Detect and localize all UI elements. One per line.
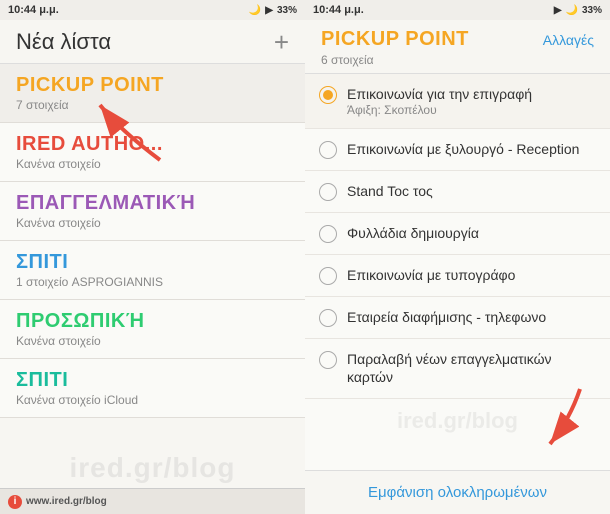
right-footer[interactable]: Εμφάνιση ολοκληρωμένων (305, 470, 610, 514)
list-item[interactable]: ΣΠΙΤΙ 1 στοιχείο ASPROGIANNIS (0, 241, 305, 300)
right-header: PICKUP POINT Αλλαγές 6 στοιχεία (305, 20, 610, 74)
list-item-title: IRED AUTHO... (16, 133, 289, 156)
check-text: Stand Toc τος (347, 182, 596, 200)
check-text: Επικοινωνία με τυπογράφο (347, 266, 596, 284)
show-completed-button[interactable]: Εμφάνιση ολοκληρωμένων (368, 484, 547, 501)
right-time: 10:44 μ.μ. (313, 4, 364, 16)
checklist: Επικοινωνία για την επιγραφή Άφιξη: Σκοπ… (305, 74, 610, 470)
check-text: Φυλλάδια δημιουργία (347, 224, 596, 242)
right-header-action-button[interactable]: Αλλαγές (543, 32, 594, 48)
radio-button[interactable] (319, 351, 337, 369)
list-items-container: PICKUP POINT 7 στοιχεία IRED AUTHO... Κα… (0, 64, 305, 488)
check-title: Φυλλάδια δημιουργία (347, 224, 596, 242)
right-header-top: PICKUP POINT Αλλαγές (321, 28, 594, 51)
check-item[interactable]: Stand Toc τος (305, 171, 610, 213)
list-item[interactable]: PICKUP POINT 7 στοιχεία (0, 64, 305, 123)
bottom-bar-left: i www.ired.gr/blog (0, 488, 305, 514)
check-text: Εταιρεία διαφήμισης - τηλεφωνο (347, 308, 596, 326)
radio-button[interactable] (319, 141, 337, 159)
moon-icon: 🌙 (249, 5, 261, 16)
list-item-title: ΠΡΟΣΩΠΙΚΉ (16, 310, 289, 333)
check-item[interactable]: Επικοινωνία για την επιγραφή Άφιξη: Σκοπ… (305, 74, 610, 129)
check-title: Εταιρεία διαφήμισης - τηλεφωνο (347, 308, 596, 326)
check-title: Stand Toc τος (347, 182, 596, 200)
check-text: Παραλαβή νέων επαγγελματικών καρτών (347, 350, 596, 386)
list-item-sub: 1 στοιχείο ASPROGIANNIS (16, 275, 289, 289)
list-item-title: ΣΠΙΤΙ (16, 369, 289, 392)
check-item[interactable]: Φυλλάδια δημιουργία (305, 213, 610, 255)
list-item-title: ΣΠΙΤΙ (16, 251, 289, 274)
left-time: 10:44 μ.μ. (8, 4, 59, 16)
moon-icon-right: 🌙 (566, 5, 578, 16)
radio-button[interactable] (319, 225, 337, 243)
signal-icon: ▶ (265, 5, 273, 16)
check-item[interactable]: Παραλαβή νέων επαγγελματικών καρτών (305, 339, 610, 398)
list-item[interactable]: ΠΡΟΣΩΠΙΚΉ Κανένα στοιχείο (0, 300, 305, 359)
list-item-title: PICKUP POINT (16, 74, 289, 97)
battery-icon-right: 33% (582, 5, 602, 16)
radio-button[interactable] (319, 86, 337, 104)
bottom-url: www.ired.gr/blog (26, 496, 107, 507)
check-item[interactable]: Εταιρεία διαφήμισης - τηλεφωνο (305, 297, 610, 339)
right-status-icons: ▶ 🌙 33% (554, 5, 602, 16)
left-status-bar: 10:44 μ.μ. 🌙 ▶ 33% (0, 0, 305, 20)
list-item-sub: Κανένα στοιχείο (16, 334, 289, 348)
left-panel: 10:44 μ.μ. 🌙 ▶ 33% Νέα λίστα + PICKUP PO… (0, 0, 305, 514)
wifi-icon: ▶ (554, 5, 562, 16)
check-text: Επικοινωνία για την επιγραφή Άφιξη: Σκοπ… (347, 85, 596, 117)
list-item-title: ΕΠΑΓΓΕΛΜΑΤΙΚΉ (16, 192, 289, 215)
check-title: Επικοινωνία για την επιγραφή (347, 85, 596, 103)
right-status-bar: 10:44 μ.μ. ▶ 🌙 33% (305, 0, 610, 20)
check-title: Παραλαβή νέων επαγγελματικών καρτών (347, 350, 596, 386)
add-list-button[interactable]: + (274, 29, 289, 55)
check-title: Επικοινωνία με ξυλουργό - Reception (347, 140, 596, 158)
left-header: Νέα λίστα + (0, 20, 305, 64)
radio-button[interactable] (319, 183, 337, 201)
check-subtitle: Άφιξη: Σκοπέλου (347, 103, 596, 117)
radio-button[interactable] (319, 309, 337, 327)
list-item-sub: 7 στοιχεία (16, 98, 289, 112)
left-header-title: Νέα λίστα (16, 29, 111, 55)
right-panel: 10:44 μ.μ. ▶ 🌙 33% PICKUP POINT Αλλαγές … (305, 0, 610, 514)
list-item-sub: Κανένα στοιχείο iCloud (16, 393, 289, 407)
check-item[interactable]: Επικοινωνία με τυπογράφο (305, 255, 610, 297)
list-item-sub: Κανένα στοιχείο (16, 216, 289, 230)
check-title: Επικοινωνία με τυπογράφο (347, 266, 596, 284)
check-text: Επικοινωνία με ξυλουργό - Reception (347, 140, 596, 158)
list-item[interactable]: ΕΠΑΓΓΕΛΜΑΤΙΚΉ Κανένα στοιχείο (0, 182, 305, 241)
left-status-icons: 🌙 ▶ 33% (249, 5, 297, 16)
check-item[interactable]: Επικοινωνία με ξυλουργό - Reception (305, 129, 610, 171)
list-item-sub: Κανένα στοιχείο (16, 157, 289, 171)
radio-button[interactable] (319, 267, 337, 285)
info-icon: i (8, 495, 22, 509)
list-item[interactable]: IRED AUTHO... Κανένα στοιχείο (0, 123, 305, 182)
right-header-title: PICKUP POINT (321, 28, 469, 51)
list-item[interactable]: ΣΠΙΤΙ Κανένα στοιχείο iCloud (0, 359, 305, 418)
battery-icon: 33% (277, 5, 297, 16)
right-header-sub: 6 στοιχεία (321, 53, 594, 67)
